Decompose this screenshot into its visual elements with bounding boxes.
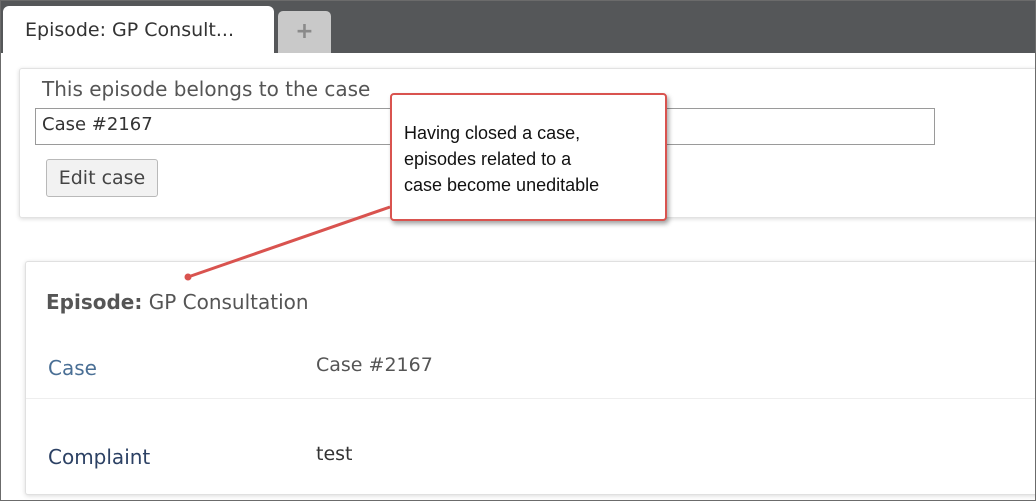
episode-heading: Episode: GP Consultation [46,290,309,314]
episode-heading-name: GP Consultation [148,290,309,314]
callout-line: episodes related to a [404,149,572,169]
field-row-case: Case Case #2167 [26,338,1035,399]
callout-line: case become uneditable [404,175,600,195]
case-field-label[interactable]: Case [48,356,97,380]
field-row-complaint: Complaint test [26,427,1035,487]
plus-icon: + [295,19,314,44]
episode-heading-prefix: Episode: [46,290,143,314]
tab-label: Episode: GP Consult... [25,19,234,41]
tab-strip: Episode: GP Consult... + [1,1,1035,55]
complaint-field-value: test [316,443,353,465]
callout-line: Having closed a case, [404,123,581,143]
case-field-value: Case #2167 [316,354,433,376]
edit-case-button[interactable]: Edit case [46,159,158,197]
annotation-callout: Having closed a case, episodes related t… [390,93,667,221]
complaint-field-label: Complaint [48,445,151,469]
episode-details-panel: Episode: GP Consultation Case Case #2167… [25,261,1035,495]
tab-episode-gp-consultation[interactable]: Episode: GP Consult... [3,6,274,55]
screenshot-frame: Episode: GP Consult... + This episode be… [0,0,1036,501]
case-assignment-label: This episode belongs to the case [42,77,371,101]
add-tab-button[interactable]: + [278,11,331,53]
